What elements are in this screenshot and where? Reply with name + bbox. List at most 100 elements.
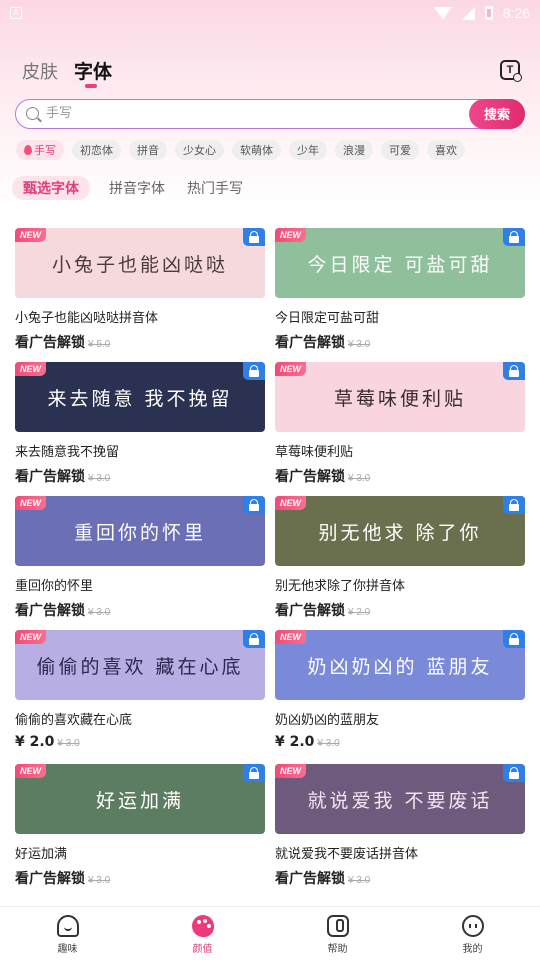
lock-icon bbox=[503, 630, 525, 648]
keyword-chip-label: 喜欢 bbox=[435, 144, 457, 157]
unlock-label[interactable]: 看广告解锁 bbox=[15, 868, 85, 888]
original-price: ¥ 3.0 bbox=[88, 875, 111, 886]
font-card-price: ¥ 2.0 ¥ 3.0 bbox=[15, 734, 265, 752]
font-card-price: 看广告解锁 ¥ 3.0 bbox=[15, 466, 265, 486]
nav-item-palette[interactable]: 颜值 bbox=[163, 907, 243, 960]
unlock-label[interactable]: ¥ 2.0 bbox=[275, 734, 314, 750]
unlock-label[interactable]: 看广告解锁 bbox=[15, 600, 85, 620]
font-card-title: 奶凶奶凶的蓝朋友 bbox=[275, 713, 380, 728]
keyword-chip-label: 手写 bbox=[34, 144, 56, 157]
font-preview-image[interactable]: 小兔子也能凶哒哒 NEW bbox=[15, 228, 265, 298]
keyword-chip[interactable]: 手写 bbox=[16, 140, 64, 160]
status-bar: A 8:26 bbox=[0, 0, 540, 26]
search-button[interactable]: 搜索 bbox=[469, 98, 525, 129]
font-card-title: 小兔子也能凶哒哒拼音体 bbox=[15, 311, 159, 326]
unlock-label[interactable]: 看广告解锁 bbox=[275, 466, 345, 486]
lock-icon bbox=[503, 228, 525, 246]
font-preview-text: 来去随意 我不挽留 bbox=[47, 387, 233, 410]
font-preview-text: 重回你的怀里 bbox=[73, 521, 206, 544]
font-card[interactable]: 草莓味便利贴 NEW 草莓味便利贴看广告解锁 ¥ 3.0 bbox=[275, 362, 525, 486]
signal-icon bbox=[461, 6, 475, 20]
search-icon bbox=[26, 107, 39, 120]
font-preview-image[interactable]: 别无他求 除了你 NEW bbox=[275, 496, 525, 566]
lock-icon bbox=[243, 228, 265, 246]
keyword-chip-label: 少年 bbox=[297, 144, 319, 157]
lock-icon bbox=[243, 362, 265, 380]
lock-icon bbox=[243, 764, 265, 782]
font-card[interactable]: 就说爱我 不要废话 NEW 就说爱我不要废话拼音体看广告解锁 ¥ 3.0 bbox=[275, 764, 525, 888]
nav-item-ghost[interactable]: 趣味 bbox=[28, 907, 108, 960]
lock-icon bbox=[503, 362, 525, 380]
unlock-label[interactable]: 看广告解锁 bbox=[15, 332, 85, 352]
font-preview-image[interactable]: 奶凶奶凶的 蓝朋友 NEW bbox=[275, 630, 525, 700]
wifi-icon bbox=[433, 6, 452, 20]
font-card-price: 看广告解锁 ¥ 3.0 bbox=[275, 332, 525, 352]
unlock-label[interactable]: 看广告解锁 bbox=[275, 868, 345, 888]
font-card[interactable]: 小兔子也能凶哒哒 NEW 小兔子也能凶哒哒拼音体 看广告解锁 ¥ 5.0 bbox=[15, 228, 265, 352]
subtab-item[interactable]: 甄选字体 bbox=[12, 176, 90, 200]
font-preview-text: 小兔子也能凶哒哒 bbox=[51, 253, 228, 276]
keyword-chip[interactable]: 可爱 bbox=[381, 140, 419, 160]
unlock-label[interactable]: 看广告解锁 bbox=[275, 600, 345, 620]
font-card-title: 草莓味便利贴 bbox=[275, 445, 354, 460]
font-preview-image[interactable]: 就说爱我 不要废话 NEW bbox=[275, 764, 525, 834]
font-card[interactable]: 重回你的怀里 NEW 重回你的怀里 看广告解锁 ¥ 3.0 bbox=[15, 496, 265, 620]
tab-skin[interactable]: 皮肤 bbox=[22, 58, 58, 84]
search-input[interactable] bbox=[46, 100, 476, 127]
original-price: ¥ 3.0 bbox=[88, 473, 111, 484]
font-preview-image[interactable]: 草莓味便利贴 NEW bbox=[275, 362, 525, 432]
flame-icon bbox=[24, 145, 32, 155]
font-preview-image[interactable]: 偷偷的喜欢 藏在心底 NEW bbox=[15, 630, 265, 700]
user-dot-icon bbox=[513, 73, 522, 82]
font-card[interactable]: 偷偷的喜欢 藏在心底 NEW 偷偷的喜欢藏在心底 ¥ 2.0 ¥ 3.0 bbox=[15, 630, 265, 752]
subtab-item[interactable]: 拼音字体 bbox=[106, 176, 168, 200]
font-card-title: 就说爱我不要废话拼音体 bbox=[275, 847, 419, 862]
font-preview-image[interactable]: 来去随意 我不挽留 NEW bbox=[15, 362, 265, 432]
keyword-chip[interactable]: 初恋体 bbox=[72, 140, 121, 160]
keyword-chip[interactable]: 喜欢 bbox=[427, 140, 465, 160]
keyword-chip[interactable]: 少女心 bbox=[175, 140, 224, 160]
keyword-chip[interactable]: 少年 bbox=[289, 140, 327, 160]
original-price: ¥ 3.0 bbox=[57, 738, 80, 749]
font-card[interactable]: 奶凶奶凶的 蓝朋友 NEW 奶凶奶凶的蓝朋友 ¥ 2.0 ¥ 3.0 bbox=[275, 630, 525, 752]
subtab-item[interactable]: 热门手写 bbox=[184, 176, 246, 200]
unlock-label[interactable]: ¥ 2.0 bbox=[15, 734, 54, 750]
font-card[interactable]: 别无他求 除了你 NEW 别无他求除了你拼音体 看广告解锁 ¥ 2.0 bbox=[275, 496, 525, 620]
tab-font[interactable]: 字体 bbox=[74, 57, 112, 84]
original-price: ¥ 3.0 bbox=[88, 607, 111, 618]
font-card[interactable]: 来去随意 我不挽留 NEW 来去随意我不挽留 看广告解锁 ¥ 3.0 bbox=[15, 362, 265, 486]
new-badge: NEW bbox=[15, 362, 46, 376]
font-preview-image[interactable]: 好运加满 NEW bbox=[15, 764, 265, 834]
original-price: ¥ 3.0 bbox=[348, 339, 371, 350]
nav-item-face[interactable]: 我的 bbox=[433, 907, 513, 960]
keyword-chip[interactable]: 软萌体 bbox=[232, 140, 281, 160]
font-card-price: ¥ 2.0 ¥ 3.0 bbox=[275, 734, 525, 752]
original-price: ¥ 3.0 bbox=[348, 875, 371, 886]
keyword-chip-label: 初恋体 bbox=[80, 144, 113, 157]
font-preview-text: 草莓味便利贴 bbox=[333, 387, 466, 410]
font-preview-image[interactable]: 今日限定 可盐可甜 NEW bbox=[275, 228, 525, 298]
keyword-chip[interactable]: 拼音 bbox=[129, 140, 167, 160]
new-badge: NEW bbox=[15, 630, 46, 644]
status-time: 8:26 bbox=[502, 5, 530, 21]
unlock-label[interactable]: 看广告解锁 bbox=[275, 332, 345, 352]
new-badge: NEW bbox=[15, 228, 46, 242]
new-badge: NEW bbox=[275, 362, 306, 376]
font-card-title: 别无他求除了你拼音体 bbox=[275, 579, 406, 594]
font-preview-image[interactable]: 重回你的怀里 NEW bbox=[15, 496, 265, 566]
font-preview-text: 奶凶奶凶的 蓝朋友 bbox=[307, 655, 493, 678]
font-preview-text: 别无他求 除了你 bbox=[318, 521, 482, 544]
hot-keyword-chips: 手写 初恋体 拼音 少女心 软萌体 少年 浪漫 可爱 喜欢 bbox=[16, 140, 465, 160]
font-manage-icon[interactable]: T bbox=[500, 60, 522, 82]
keyword-chip[interactable]: 浪漫 bbox=[335, 140, 373, 160]
keyword-chip-label: 拼音 bbox=[137, 144, 159, 157]
new-badge: NEW bbox=[275, 630, 306, 644]
nav-item-help[interactable]: 帮助 bbox=[298, 907, 378, 960]
font-card[interactable]: 今日限定 可盐可甜 NEW 今日限定可盐可甜 看广告解锁 ¥ 3.0 bbox=[275, 228, 525, 352]
font-card-price: 看广告解锁 ¥ 3.0 bbox=[275, 466, 525, 486]
font-card-title: 重回你的怀里 bbox=[15, 579, 94, 594]
unlock-label[interactable]: 看广告解锁 bbox=[15, 466, 85, 486]
battery-icon bbox=[484, 6, 493, 20]
nav-label: 趣味 bbox=[57, 944, 78, 955]
font-card[interactable]: 好运加满 NEW 好运加满 看广告解锁 ¥ 3.0 bbox=[15, 764, 265, 888]
